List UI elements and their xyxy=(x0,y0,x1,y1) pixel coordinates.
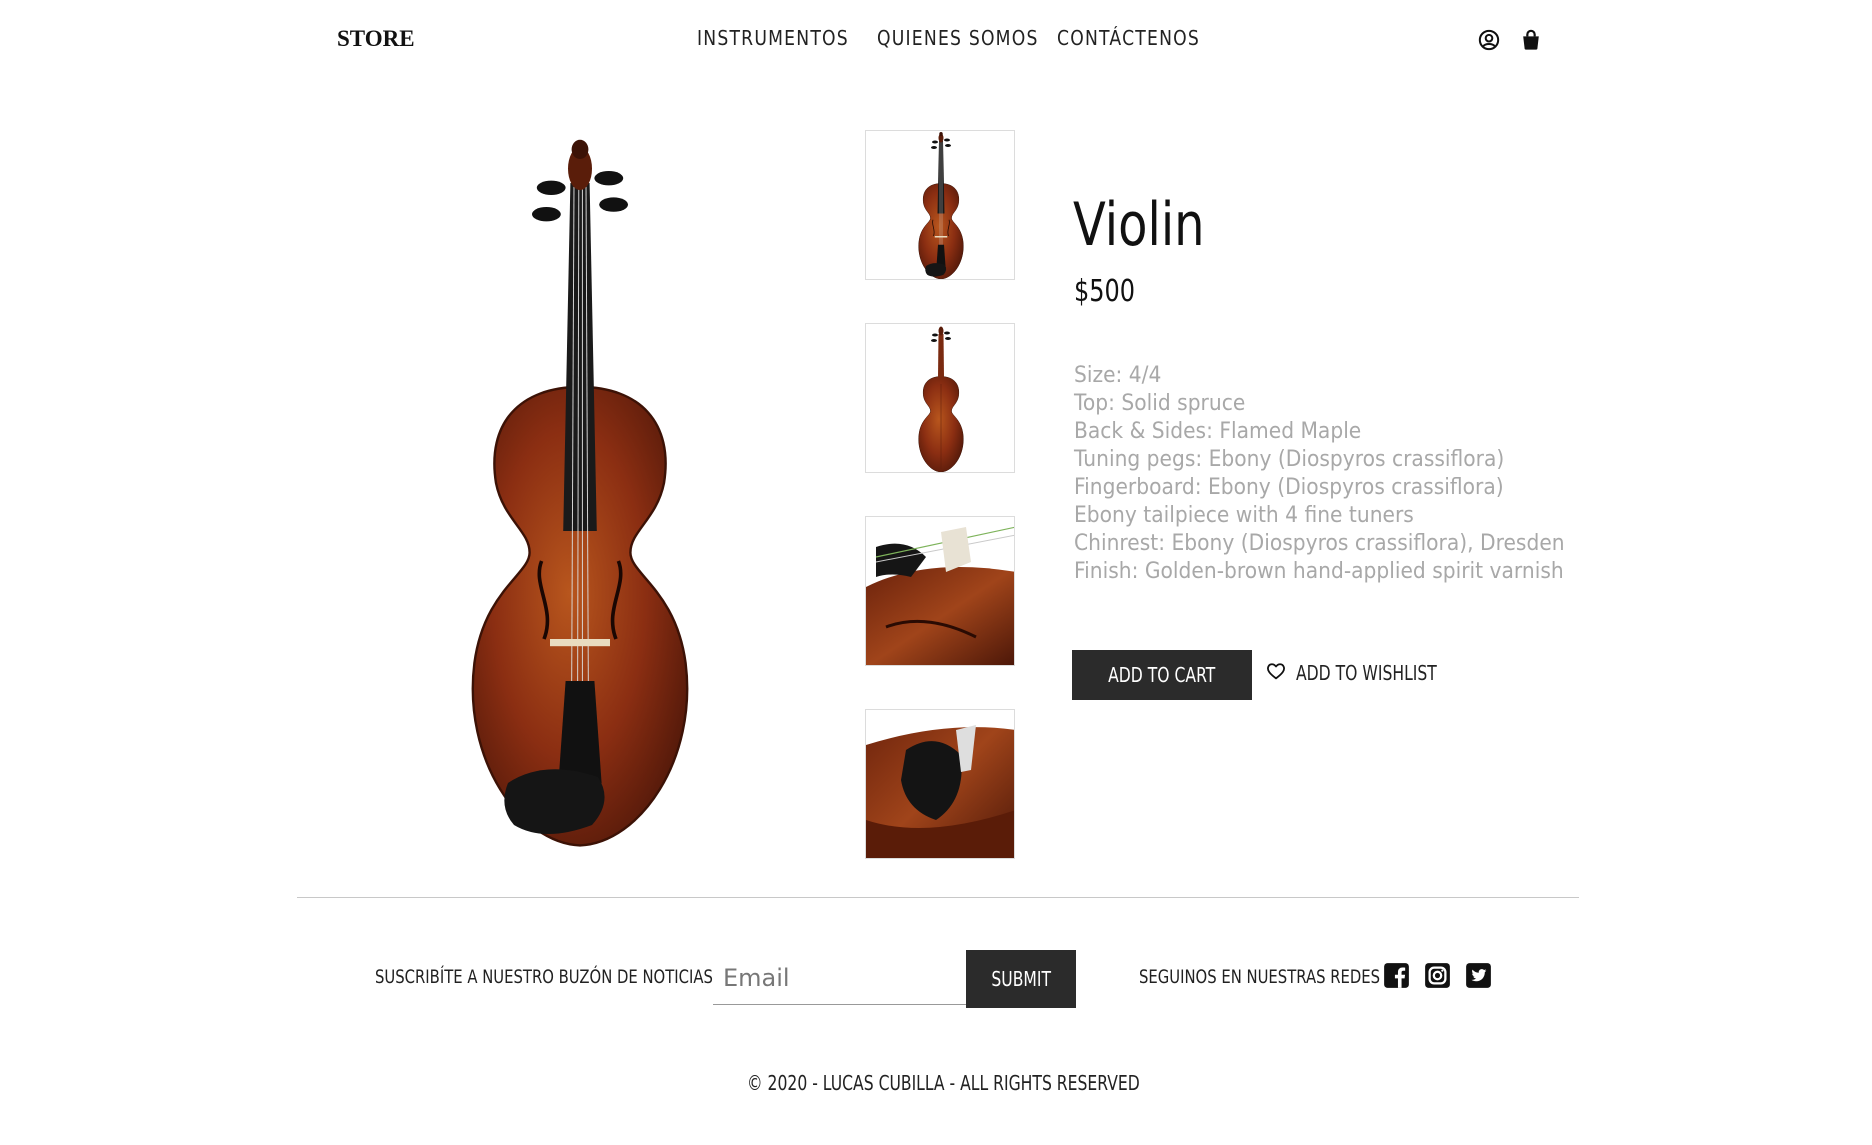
add-to-wishlist-label: ADD TO WISHLIST xyxy=(1296,661,1437,685)
newsletter-label: SUSCRIBÍTE A NUESTRO BUZÓN DE NOTICIAS xyxy=(375,966,713,988)
main-nav: INSTRUMENTOS QUIENES SOMOS CONTÁCTENOS xyxy=(697,26,1199,50)
instagram-icon[interactable] xyxy=(1424,962,1451,989)
social-links xyxy=(1383,962,1492,989)
header-actions xyxy=(1478,29,1542,51)
thumbnail-violin-chinrest-detail[interactable] xyxy=(865,709,1015,859)
store-logo[interactable]: STORE xyxy=(337,26,415,52)
product-specs: Size: 4/4 Top: Solid spruce Back & Sides… xyxy=(1074,362,1607,586)
product-price: $500 xyxy=(1074,274,1136,309)
user-circle-icon[interactable] xyxy=(1478,29,1500,51)
product-title: Violin xyxy=(1073,190,1205,260)
twitter-icon[interactable] xyxy=(1465,962,1492,989)
thumbnail-violin-back[interactable] xyxy=(865,323,1015,473)
spec-item: Ebony tailpiece with 4 fine tuners xyxy=(1074,503,1414,528)
spec-item: Top: Solid spruce xyxy=(1074,391,1246,416)
nav-instrumentos[interactable]: INSTRUMENTOS xyxy=(697,26,848,50)
product-main-image xyxy=(400,135,760,855)
nav-quienes-somos[interactable]: QUIENES SOMOS xyxy=(877,26,1037,50)
thumbnail-violin-front[interactable] xyxy=(865,130,1015,280)
nav-contactenos[interactable]: CONTÁCTENOS xyxy=(1057,26,1199,50)
copyright-text: © 2020 - LUCAS CUBILLA - ALL RIGHTS RESE… xyxy=(747,1071,1140,1095)
newsletter-submit-button[interactable]: SUBMIT xyxy=(966,950,1076,1008)
spec-item: Chinrest: Ebony (Diospyros crassiflora),… xyxy=(1074,531,1565,556)
add-to-wishlist-button[interactable]: ADD TO WISHLIST xyxy=(1266,661,1477,685)
newsletter-email-input[interactable] xyxy=(713,951,967,1005)
shopping-bag-icon[interactable] xyxy=(1520,29,1542,51)
spec-item: Finish: Golden-brown hand-applied spirit… xyxy=(1074,559,1564,584)
spec-item: Tuning pegs: Ebony (Diospyros crassiflor… xyxy=(1074,447,1505,472)
facebook-icon[interactable] xyxy=(1383,962,1410,989)
thumbnail-violin-scroll-detail[interactable] xyxy=(865,516,1015,666)
add-to-cart-button[interactable]: ADD TO CART xyxy=(1072,650,1252,700)
add-to-cart-label: ADD TO CART xyxy=(1108,663,1216,687)
spec-item: Size: 4/4 xyxy=(1074,363,1162,388)
heart-icon xyxy=(1266,662,1286,685)
spec-item: Back & Sides: Flamed Maple xyxy=(1074,419,1362,444)
product-page: STORE INSTRUMENTOS QUIENES SOMOS CONTÁCT… xyxy=(0,0,1872,1145)
spec-item: Fingerboard: Ebony (Diospyros crassiflor… xyxy=(1074,475,1504,500)
section-divider xyxy=(297,897,1579,898)
submit-label: SUBMIT xyxy=(991,967,1051,991)
social-label: SEGUINOS EN NUESTRAS REDES xyxy=(1139,966,1381,988)
